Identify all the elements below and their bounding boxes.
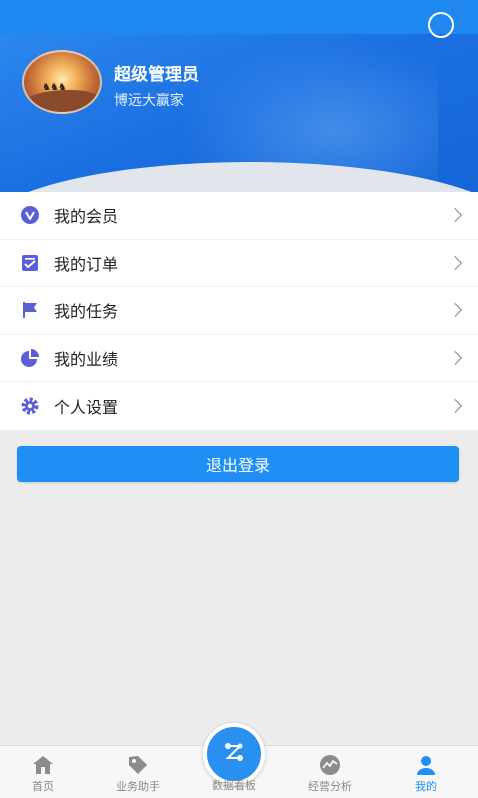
chevron-right-icon [447,303,463,318]
menu-item-label: 我的任务 [54,302,119,322]
user-company: 博远大赢家 [114,93,184,109]
tab-dashboard[interactable] [203,723,265,785]
status-strip [0,0,478,34]
trend-icon [318,754,342,776]
flag-icon [20,300,40,320]
tab-label: 业务助手 [116,780,160,793]
menu-item-performance[interactable]: 我的业绩 [0,335,478,382]
tab-label: 首页 [32,780,54,793]
pie-chart-icon [20,348,40,368]
chevron-right-icon [447,350,463,365]
avatar-dune [24,90,100,112]
vip-icon [20,205,40,225]
logout-button[interactable]: 退出登录 [17,446,459,482]
tab-label: 我的 [415,780,437,793]
gear-icon [20,396,40,416]
tab-assistant[interactable]: 业务助手 [98,746,178,798]
menu-item-label: 我的订单 [54,254,119,274]
dashboard-icon [219,737,249,771]
chevron-right-icon [447,208,463,223]
tab-label: 经营分析 [308,780,352,793]
chevron-right-icon [447,398,463,413]
message-ring-icon[interactable] [428,12,454,38]
tab-mine[interactable]: 我的 [386,746,466,798]
profile-header: ♞♞♞ 超级管理员 博远大赢家 [0,0,478,192]
order-icon [20,253,40,273]
tab-label-dashboard: 数据看板 [212,779,256,792]
user-icon [414,754,438,776]
menu-item-label: 我的业绩 [54,349,119,369]
menu-item-orders[interactable]: 我的订单 [0,240,478,287]
user-name: 超级管理员 [114,65,199,85]
tab-analysis[interactable]: 经营分析 [290,746,370,798]
tag-icon [126,754,150,776]
chevron-right-icon [447,255,463,270]
tab-home[interactable]: 首页 [3,746,83,798]
home-icon [31,754,55,776]
avatar[interactable]: ♞♞♞ [22,50,102,114]
profile-menu: 我的会员 我的订单 我的任务 我的业绩 个人设置 [0,192,478,430]
menu-item-label: 我的会员 [54,207,119,227]
menu-item-tasks[interactable]: 我的任务 [0,287,478,335]
menu-item-settings[interactable]: 个人设置 [0,382,478,430]
menu-item-members[interactable]: 我的会员 [0,192,478,240]
menu-item-label: 个人设置 [54,397,119,417]
avatar-camels: ♞♞♞ [42,82,67,93]
